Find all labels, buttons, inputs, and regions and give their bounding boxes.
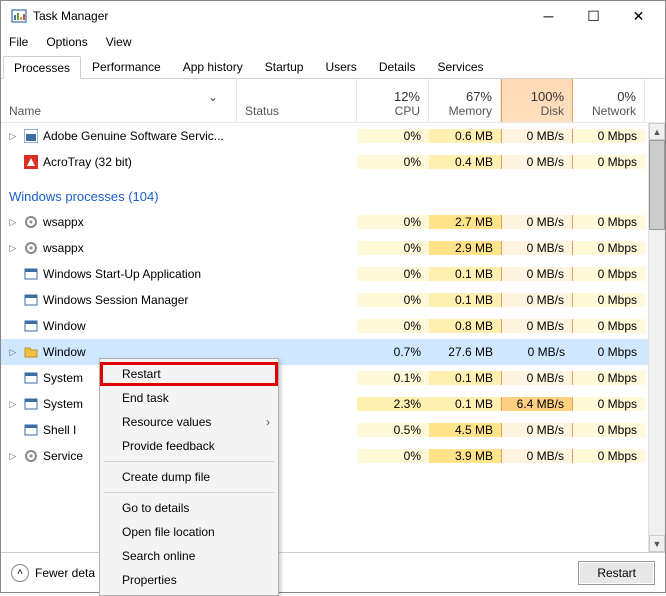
tab-app-history[interactable]: App history	[172, 55, 254, 78]
ctx-open-file-location[interactable]: Open file location	[100, 520, 278, 544]
window-icon	[23, 396, 39, 412]
process-row[interactable]: ▷wsappx 0% 2.7 MB 0 MB/s 0 Mbps	[1, 209, 648, 235]
process-row[interactable]: Window 0% 0.8 MB 0 MB/s 0 Mbps	[1, 313, 648, 339]
process-row[interactable]: AcroTray (32 bit) 0% 0.4 MB 0 MB/s 0 Mbp…	[1, 149, 648, 175]
window-icon	[23, 292, 39, 308]
minimize-button[interactable]: ─	[526, 1, 571, 31]
window-icon	[23, 370, 39, 386]
fewer-details-button[interactable]: ˄ Fewer deta	[11, 564, 95, 582]
window-icon	[23, 266, 39, 282]
window-icon	[23, 422, 39, 438]
ctx-resource-values[interactable]: Resource values	[100, 410, 278, 434]
tab-processes[interactable]: Processes	[3, 56, 81, 79]
ctx-separator	[104, 492, 274, 493]
header-name[interactable]: ⌄ Name	[1, 79, 237, 122]
ctx-restart[interactable]: Restart	[100, 362, 278, 386]
chevron-up-icon: ˄	[11, 564, 29, 582]
window-title: Task Manager	[33, 9, 526, 23]
tab-services[interactable]: Services	[427, 55, 495, 78]
scroll-thumb[interactable]	[649, 140, 665, 230]
restart-button[interactable]: Restart	[578, 561, 655, 585]
titlebar[interactable]: Task Manager ─ ☐ ✕	[1, 1, 665, 31]
app-icon	[11, 8, 27, 24]
ctx-end-task[interactable]: End task	[100, 386, 278, 410]
context-menu: Restart End task Resource values Provide…	[99, 358, 279, 596]
expand-icon[interactable]: ▷	[7, 346, 19, 358]
ctx-provide-feedback[interactable]: Provide feedback	[100, 434, 278, 458]
maximize-button[interactable]: ☐	[571, 1, 616, 31]
header-memory[interactable]: 67% Memory	[429, 79, 501, 122]
ctx-search-online[interactable]: Search online	[100, 544, 278, 568]
ctx-create-dump[interactable]: Create dump file	[100, 465, 278, 489]
scroll-down-button[interactable]: ▼	[649, 535, 665, 552]
menu-options[interactable]: Options	[46, 35, 87, 49]
expand-icon[interactable]: ▷	[7, 398, 19, 410]
window-icon	[23, 318, 39, 334]
ctx-go-to-details[interactable]: Go to details	[100, 496, 278, 520]
ctx-properties[interactable]: Properties	[100, 568, 278, 592]
process-row[interactable]: Windows Start-Up Application 0% 0.1 MB 0…	[1, 261, 648, 287]
gear-icon	[23, 448, 39, 464]
group-windows-processes[interactable]: Windows processes (104)	[1, 183, 648, 209]
column-headers: ⌄ Name Status 12% CPU 67% Memory 100% Di…	[1, 79, 665, 123]
tab-startup[interactable]: Startup	[254, 55, 315, 78]
menubar: File Options View	[1, 31, 665, 53]
vertical-scrollbar[interactable]: ▲ ▼	[648, 123, 665, 552]
task-manager-window: Task Manager ─ ☐ ✕ File Options View Pro…	[0, 0, 666, 593]
scroll-up-button[interactable]: ▲	[649, 123, 665, 140]
app-icon	[23, 154, 39, 170]
header-network[interactable]: 0% Network	[573, 79, 645, 122]
ctx-separator	[104, 461, 274, 462]
gear-icon	[23, 214, 39, 230]
expand-icon[interactable]: ▷	[7, 216, 19, 228]
expand-icon[interactable]: ▷	[7, 130, 19, 142]
header-status[interactable]: Status	[237, 79, 357, 122]
process-row[interactable]: ▷Adobe Genuine Software Servic... 0% 0.6…	[1, 123, 648, 149]
menu-view[interactable]: View	[106, 35, 132, 49]
app-icon	[23, 128, 39, 144]
process-row[interactable]: ▷wsappx 0% 2.9 MB 0 MB/s 0 Mbps	[1, 235, 648, 261]
tabs: Processes Performance App history Startu…	[1, 53, 665, 79]
folder-icon	[23, 344, 39, 360]
sort-indicator-icon: ⌄	[9, 90, 228, 104]
header-disk[interactable]: 100% Disk	[501, 79, 573, 122]
expand-icon[interactable]: ▷	[7, 450, 19, 462]
close-button[interactable]: ✕	[616, 1, 661, 31]
gear-icon	[23, 240, 39, 256]
tab-details[interactable]: Details	[368, 55, 427, 78]
process-row[interactable]: Windows Session Manager 0% 0.1 MB 0 MB/s…	[1, 287, 648, 313]
menu-file[interactable]: File	[9, 35, 28, 49]
expand-icon[interactable]: ▷	[7, 242, 19, 254]
tab-performance[interactable]: Performance	[81, 55, 172, 78]
header-cpu[interactable]: 12% CPU	[357, 79, 429, 122]
tab-users[interactable]: Users	[314, 55, 367, 78]
